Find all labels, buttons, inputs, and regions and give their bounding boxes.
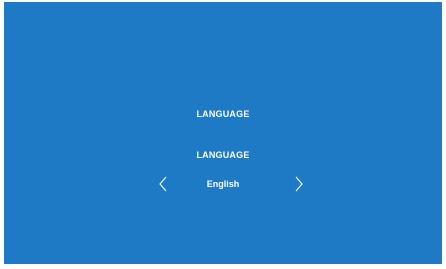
language-settings-screen: LANGUAGE LANGUAGE English <box>4 2 442 264</box>
language-setting-label: LANGUAGE <box>196 150 250 160</box>
next-language-button[interactable] <box>290 174 308 194</box>
chevron-right-icon <box>295 176 303 192</box>
language-value: English <box>206 179 240 189</box>
screen-title: LANGUAGE <box>196 109 250 119</box>
language-selector: English <box>4 174 442 194</box>
